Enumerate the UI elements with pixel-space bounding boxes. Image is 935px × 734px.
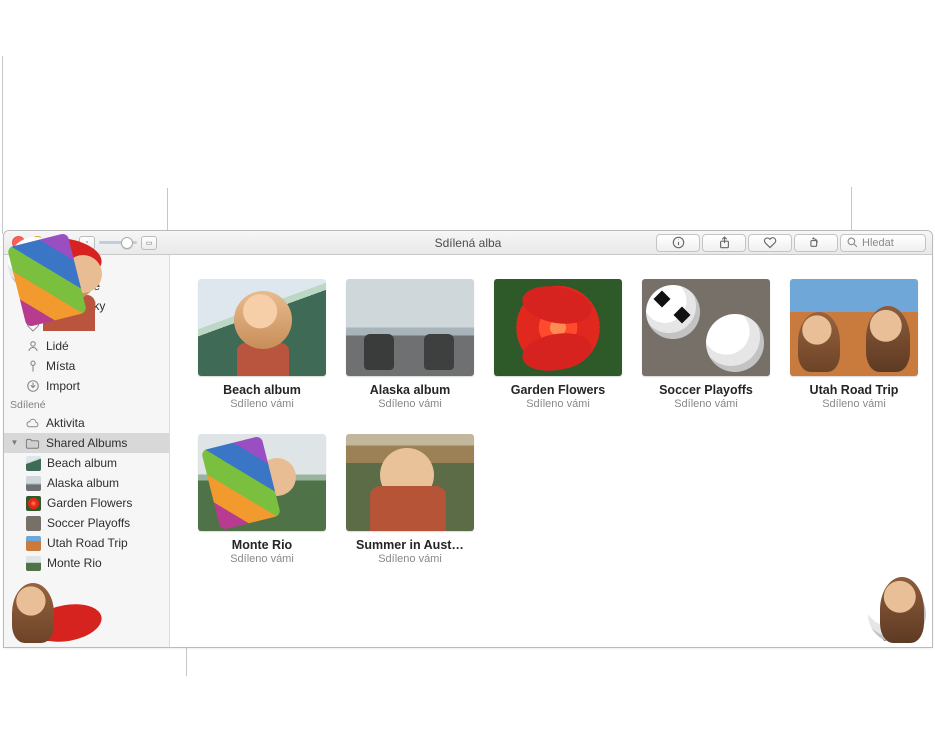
sidebar-album-garden[interactable]: Garden Flowers	[4, 493, 169, 513]
sidebar-album-monte[interactable]: Monte Rio	[4, 553, 169, 573]
sidebar-item-label: Soccer Playoffs	[47, 515, 130, 531]
album-title: Utah Road Trip	[810, 383, 899, 397]
sidebar-item-label: Alaska album	[47, 475, 119, 491]
album-subtitle: Sdíleno vámi	[674, 398, 738, 410]
sidebar-item-label: Shared Albums	[46, 435, 127, 451]
sidebar-item-places[interactable]: Místa	[4, 356, 169, 376]
album-thumb-icon	[26, 536, 41, 551]
sidebar-item-label: Beach album	[47, 455, 117, 471]
info-button[interactable]	[656, 234, 700, 252]
sidebar-item-import[interactable]: Import	[4, 376, 169, 396]
album-cover	[346, 279, 474, 376]
album-title: Alaska album	[370, 383, 451, 397]
album-subtitle: Sdíleno vámi	[378, 398, 442, 410]
album-thumb-icon	[26, 496, 41, 511]
folder-icon	[25, 436, 40, 451]
album-thumb-icon	[26, 476, 41, 491]
album-tile[interactable]: Monte Rio Sdíleno vámi	[198, 434, 326, 565]
album-tile[interactable]: Summer in Aust… Sdíleno vámi	[346, 434, 474, 565]
title-bar: ▫ ▭ Sdílená alba	[4, 231, 932, 255]
search-placeholder: Hledat	[862, 237, 894, 249]
people-icon	[25, 339, 40, 354]
album-thumb-icon	[26, 516, 41, 531]
album-tile[interactable]: Alaska album Sdíleno vámi	[346, 279, 474, 410]
sidebar-item-label: Lidé	[46, 338, 69, 354]
sidebar-item-shared-albums[interactable]: ▼ Shared Albums	[4, 433, 169, 453]
sidebar-item-label: Monte Rio	[47, 555, 102, 571]
zoom-large-icon: ▭	[141, 236, 157, 250]
album-cover	[198, 434, 326, 531]
album-cover	[198, 279, 326, 376]
callout-line	[2, 56, 3, 234]
sidebar-group-shared: Sdílené	[4, 396, 169, 413]
sidebar: Knihovna Fotografie Vzpomínky	[4, 255, 170, 647]
sidebar-album-soccer[interactable]: Soccer Playoffs	[4, 513, 169, 533]
album-tile[interactable]: Garden Flowers Sdíleno vámi	[494, 279, 622, 410]
album-cover	[790, 279, 918, 376]
sidebar-album-utah[interactable]: Utah Road Trip	[4, 533, 169, 553]
album-cover	[494, 279, 622, 376]
sidebar-item-label: Utah Road Trip	[47, 535, 128, 551]
album-tile[interactable]: Soccer Playoffs Sdíleno vámi	[642, 279, 770, 410]
album-cover	[346, 434, 474, 531]
sidebar-item-label: Místa	[46, 358, 75, 374]
album-cover	[642, 279, 770, 376]
share-icon	[718, 236, 731, 249]
main-content: Beach album Sdíleno vámi Alaska album Sd…	[170, 255, 932, 647]
search-icon	[847, 237, 858, 248]
chevron-down-icon[interactable]: ▼	[10, 435, 19, 451]
album-title: Monte Rio	[232, 538, 292, 552]
album-subtitle: Sdíleno vámi	[378, 553, 442, 565]
app-window: ▫ ▭ Sdílená alba	[3, 230, 933, 648]
album-title: Beach album	[223, 383, 301, 397]
sidebar-item-people[interactable]: Lidé	[4, 336, 169, 356]
sidebar-item-label: Import	[46, 378, 80, 394]
favorite-button[interactable]	[748, 234, 792, 252]
sidebar-item-label: Garden Flowers	[47, 495, 132, 511]
cloud-icon	[25, 416, 40, 431]
album-thumb-icon	[26, 456, 41, 471]
album-thumb-icon	[26, 556, 41, 571]
album-subtitle: Sdíleno vámi	[230, 553, 294, 565]
album-subtitle: Sdíleno vámi	[822, 398, 886, 410]
rotate-icon	[809, 236, 823, 249]
zoom-slider-knob[interactable]	[121, 237, 133, 249]
album-title: Soccer Playoffs	[659, 383, 753, 397]
album-grid: Beach album Sdíleno vámi Alaska album Sd…	[198, 279, 922, 565]
album-title: Garden Flowers	[511, 383, 605, 397]
search-field[interactable]: Hledat	[840, 234, 926, 252]
album-tile[interactable]: Utah Road Trip Sdíleno vámi	[790, 279, 918, 410]
album-subtitle: Sdíleno vámi	[526, 398, 590, 410]
info-icon	[672, 236, 685, 249]
import-icon	[25, 379, 40, 394]
sidebar-album-alaska[interactable]: Alaska album	[4, 473, 169, 493]
heart-icon	[763, 236, 777, 249]
sidebar-item-label: Aktivita	[46, 415, 85, 431]
sidebar-album-beach[interactable]: Beach album	[4, 453, 169, 473]
pin-icon	[25, 359, 40, 374]
share-button[interactable]	[702, 234, 746, 252]
album-tile[interactable]: Beach album Sdíleno vámi	[198, 279, 326, 410]
rotate-button[interactable]	[794, 234, 838, 252]
album-subtitle: Sdíleno vámi	[230, 398, 294, 410]
album-title: Summer in Aust…	[356, 538, 464, 552]
sidebar-item-activity[interactable]: Aktivita	[4, 413, 169, 433]
